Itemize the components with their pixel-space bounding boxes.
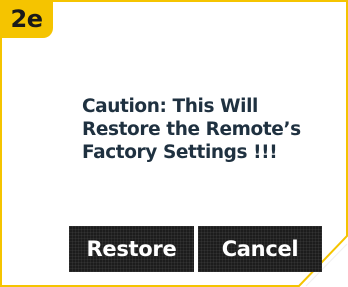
message-line-2: Restore the Remote’s: [82, 119, 301, 140]
screen-frame: 2e Caution: This Will Restore the Remote…: [0, 0, 348, 287]
caution-message: Caution: This Will Restore the Remote’s …: [82, 95, 322, 164]
restore-button[interactable]: Restore: [69, 226, 194, 272]
step-badge: 2e: [0, 0, 53, 38]
cancel-button[interactable]: Cancel: [198, 226, 322, 272]
message-line-3: Factory Settings !!!: [82, 142, 278, 163]
message-line-1: Caution: This Will: [82, 96, 258, 117]
